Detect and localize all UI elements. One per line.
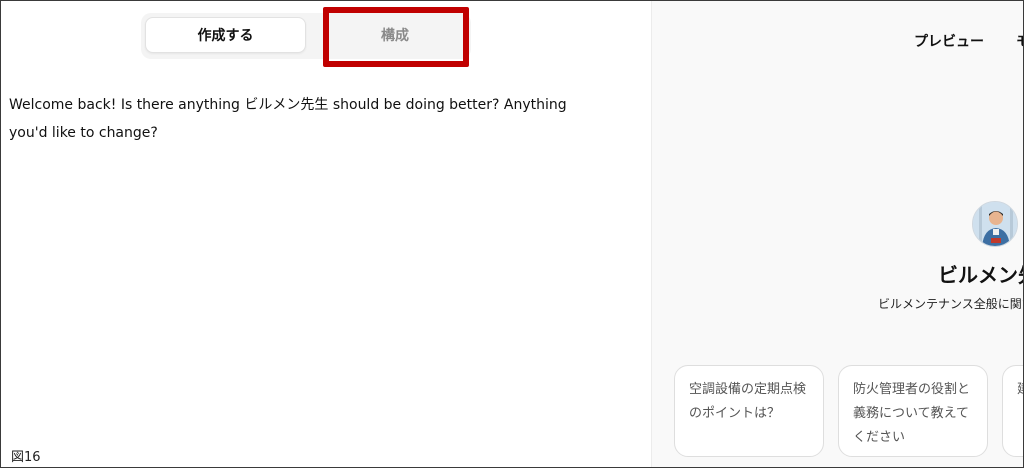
tab-configure[interactable]: 構成 [325,17,465,53]
worker-avatar-icon [972,201,1018,247]
mode-tabs: 作成する 構成 [141,13,471,59]
bot-name: ビルメン先 [938,263,1023,287]
app-window: 作成する 構成 Welcome back! Is there anything … [0,0,1024,468]
preview-tab[interactable]: プレビュー [914,31,984,51]
conversation-starter-3[interactable]: 建の [1002,365,1023,457]
editor-pane: 作成する 構成 Welcome back! Is there anything … [1,1,651,467]
conversation-starter-2[interactable]: 防火管理者の役割と義務について教えてください [838,365,988,457]
conversation-starter-1[interactable]: 空調設備の定期点検のポイントは？ [674,365,824,457]
tab-create[interactable]: 作成する [145,17,306,53]
bot-description: ビルメンテナンス全般に関する [878,297,1023,311]
avatar-image [973,202,1017,246]
figure-label: 図16 [11,450,41,465]
assistant-message: Welcome back! Is there anything ビルメン先生 s… [9,97,567,141]
model-tab[interactable]: モ [1016,31,1023,51]
preview-pane: プレビュー モ ビルメン先 ビルメンテナンス全般に関する 空調設備の定期点検のポ… [651,1,1023,467]
